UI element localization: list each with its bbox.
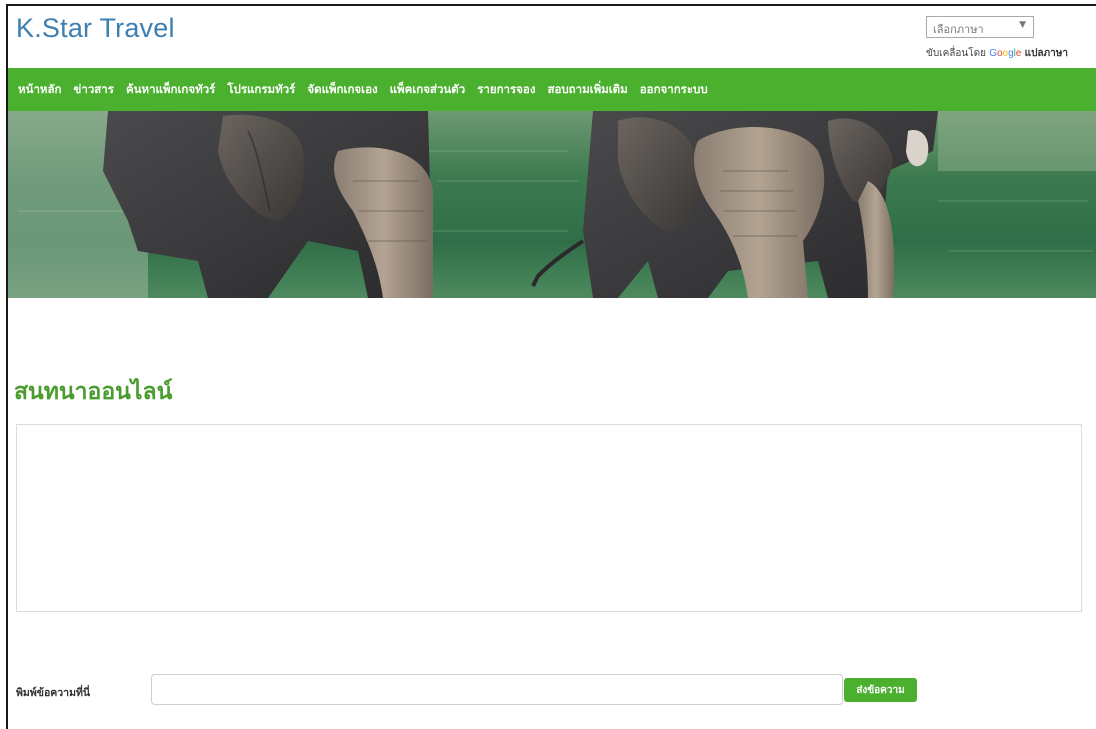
translate-link[interactable]: แปลภาษา — [1025, 48, 1068, 59]
nav-item-tour-programs[interactable]: โปรแกรมทัวร์ — [227, 81, 295, 99]
nav-item-bookings[interactable]: รายการจอง — [477, 81, 535, 99]
send-message-button[interactable]: ส่งข้อความ — [844, 678, 917, 702]
chevron-down-icon: ▼ — [1019, 20, 1026, 30]
elephants-banner-illustration — [8, 111, 1096, 298]
powered-by-text: ขับเคลื่อนโดย — [926, 48, 986, 59]
google-logo: Google — [989, 48, 1022, 59]
site-logo[interactable]: K.Star Travel — [16, 13, 175, 44]
nav-item-inquiry[interactable]: สอบถามเพิ่มเติม — [547, 81, 627, 99]
nav-item-custom-package[interactable]: จัดแพ็กเกจเอง — [307, 81, 377, 99]
language-select-value: เลือกภาษา — [933, 23, 984, 36]
main-navbar: หน้าหลัก ข่าวสาร ค้นหาแพ็กเกจทัวร์ โปรแก… — [8, 68, 1096, 111]
language-select[interactable]: เลือกภาษา ▼ — [926, 16, 1034, 38]
nav-item-home[interactable]: หน้าหลัก — [18, 81, 62, 99]
page-frame: K.Star Travel เลือกภาษา ▼ ขับเคลื่อนโดย … — [6, 4, 1096, 729]
nav-item-search-packages[interactable]: ค้นหาแพ็กเกจทัวร์ — [126, 81, 215, 99]
nav-item-private-package[interactable]: แพ็คเกจส่วนตัว — [390, 81, 466, 99]
banner-image — [8, 111, 1096, 298]
message-input-label: พิมพ์ข้อความที่นี่ — [16, 687, 91, 699]
nav-item-news[interactable]: ข่าวสาร — [74, 81, 114, 99]
message-input[interactable] — [151, 674, 843, 705]
google-translate-credit: ขับเคลื่อนโดย Google แปลภาษา — [926, 46, 1068, 61]
nav-item-logout[interactable]: ออกจากระบบ — [640, 81, 708, 99]
page-title: สนทนาออนไลน์ — [14, 379, 173, 405]
chat-message-area[interactable] — [16, 424, 1082, 612]
